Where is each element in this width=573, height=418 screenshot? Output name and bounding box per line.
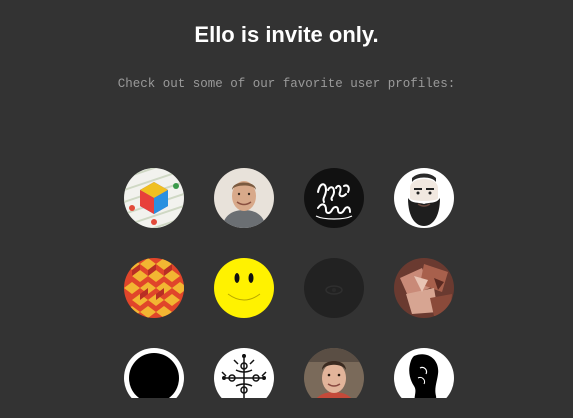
smiling-man-avatar-icon	[214, 168, 274, 228]
bottom-edge	[0, 398, 573, 418]
dark-eye-avatar-icon	[304, 258, 364, 318]
abstract-collage-avatar-icon	[394, 258, 454, 318]
featured-profiles-grid	[124, 168, 456, 408]
page-title: Ello is invite only.	[194, 22, 379, 47]
profile-avatar-1[interactable]	[124, 168, 184, 228]
yellow-smiley-avatar-icon	[214, 258, 274, 318]
profile-avatar-7[interactable]	[304, 258, 364, 318]
invite-only-page: Ello is invite only. Check out some of o…	[0, 0, 573, 418]
lettering-logo-avatar-icon	[304, 168, 364, 228]
profile-avatar-4[interactable]	[394, 168, 454, 228]
profile-avatar-6[interactable]	[214, 258, 274, 318]
geometric-pattern-avatar-icon	[124, 258, 184, 318]
profile-avatar-8[interactable]	[394, 258, 454, 318]
page-subtitle: Check out some of our favorite user prof…	[117, 77, 456, 91]
profile-avatar-3[interactable]	[304, 168, 364, 228]
colorful-cube-avatar-icon	[124, 168, 184, 228]
profile-avatar-2[interactable]	[214, 168, 274, 228]
bearded-man-avatar-icon	[394, 168, 454, 228]
profile-avatar-5[interactable]	[124, 258, 184, 318]
